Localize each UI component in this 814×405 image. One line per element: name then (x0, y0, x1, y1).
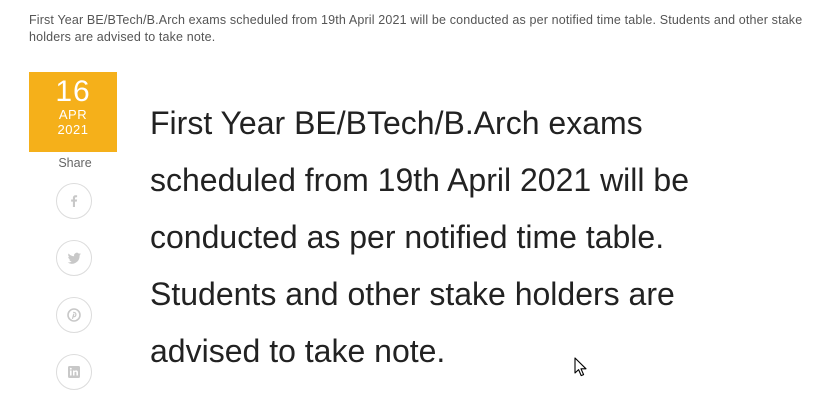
article-title: First Year BE/BTech/B.Arch exams schedul… (150, 105, 689, 369)
linkedin-share-button[interactable] (56, 354, 92, 390)
mouse-cursor-icon (574, 357, 587, 377)
date-year: 2021 (57, 122, 89, 137)
pinterest-icon (67, 308, 81, 322)
date-month: APR (58, 107, 88, 122)
share-label: Share (58, 156, 92, 170)
top-notice: First Year BE/BTech/B.Arch exams schedul… (29, 13, 803, 44)
linkedin-icon (68, 366, 80, 378)
twitter-share-button[interactable] (56, 240, 92, 276)
date-badge: 16 APR 2021 (29, 72, 117, 152)
facebook-icon (71, 195, 78, 207)
pinterest-share-button[interactable] (56, 297, 92, 333)
date-day: 16 (55, 75, 91, 108)
twitter-icon (67, 252, 81, 264)
facebook-share-button[interactable] (56, 183, 92, 219)
